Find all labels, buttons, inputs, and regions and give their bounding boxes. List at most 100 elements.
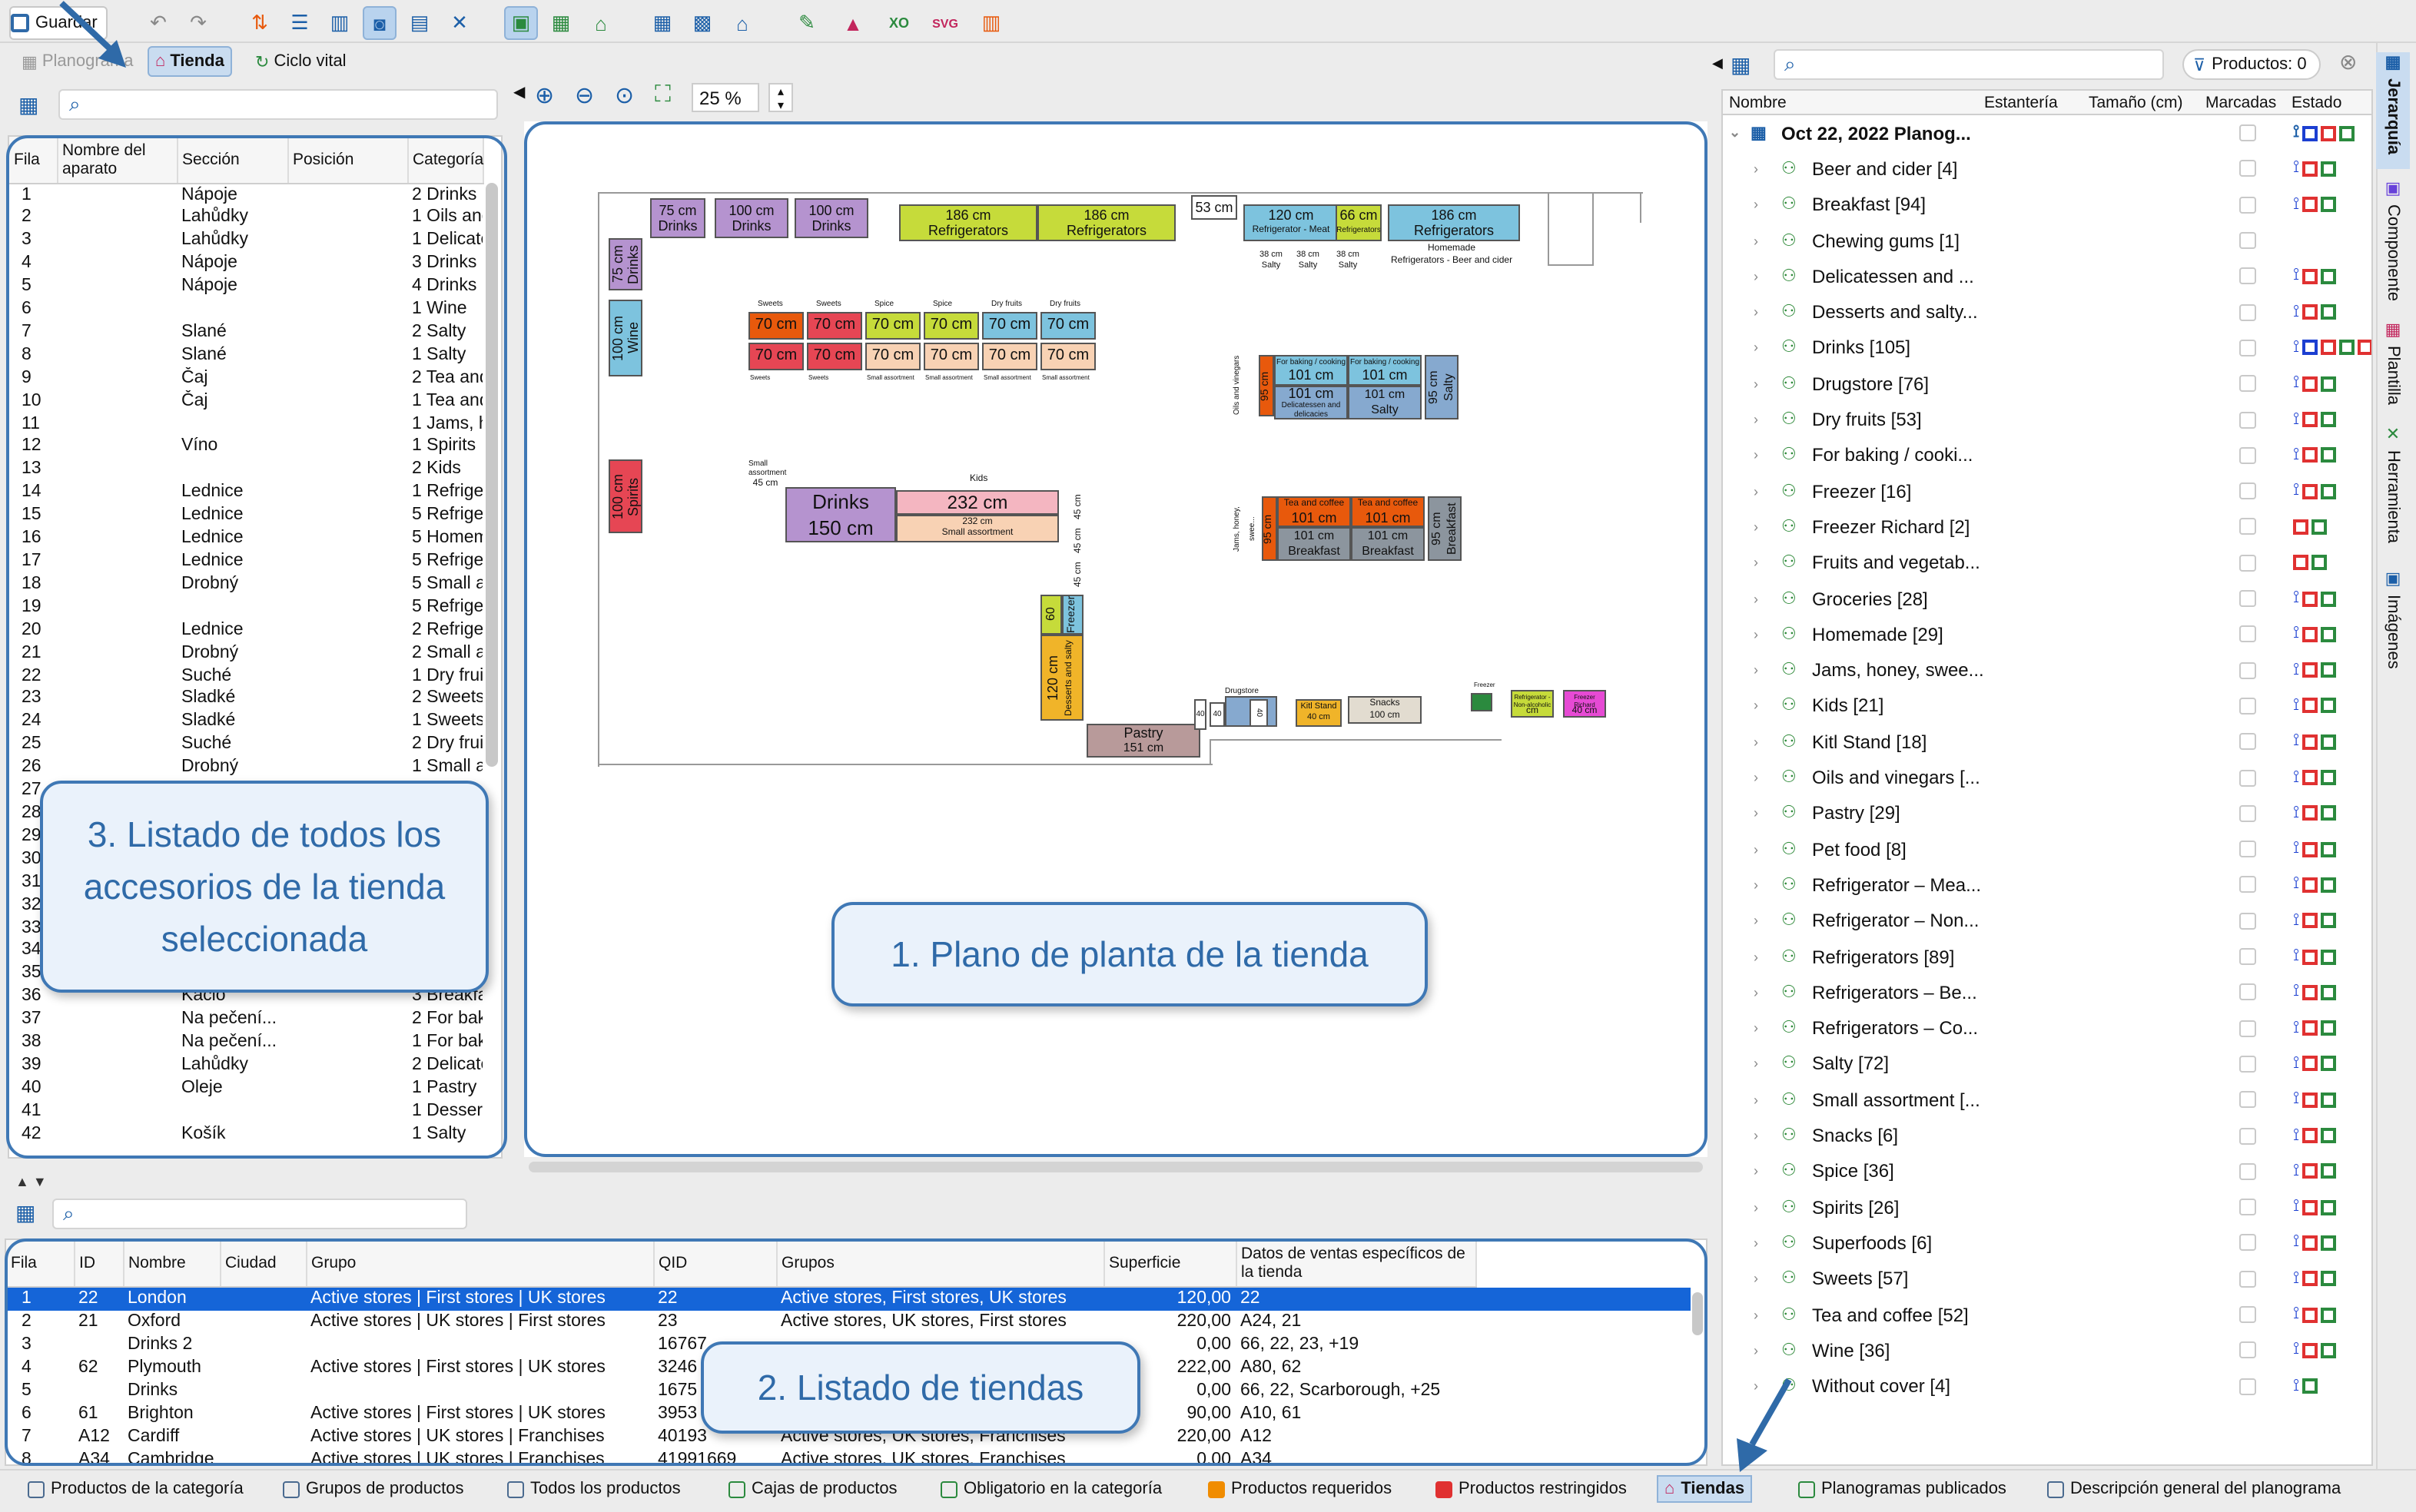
chevron-right-icon[interactable]: › [1754,519,1772,535]
table-row[interactable]: 21Drobný2 Small as [9,642,483,665]
table-row[interactable]: 37Na pečení...2 For baki [9,1008,483,1031]
marked-checkbox[interactable] [2239,196,2256,214]
hierarchy-item[interactable]: › ⚇ Spice [36] ⟟ [1723,1153,2368,1189]
fixture-drugstore-d[interactable]: 40 [1249,699,1268,727]
hierarchy-item[interactable]: › ⚇ Breakfast [94] ⟟ [1723,187,2368,223]
zoom-out-icon[interactable]: ⊖ [575,81,594,109]
fixture-salty-38c[interactable]: 38 cm Salty [1332,244,1363,278]
table-row[interactable]: 195 Refrigera [9,596,483,619]
marked-checkbox[interactable] [2239,625,2256,643]
fixture-shelf[interactable]: Tea and coffee 101 cm [1277,496,1351,527]
fixture-refrigerators-186a[interactable]: 186 cm Refrigerators [899,204,1037,241]
undo-icon[interactable]: ↶ [141,6,175,40]
bottom-tab-restringidos[interactable]: Productos restringidos [1435,1475,1627,1503]
chevron-right-icon[interactable]: › [1754,949,1772,964]
table-row[interactable]: 5 Nápoje 4 Drinks [9,275,483,298]
pin-icon[interactable]: ✎ [790,6,824,40]
fixture-drugstore-a[interactable]: 40 [1194,699,1206,730]
table-row[interactable]: 40 Oleje 1 Pastry [9,1077,483,1100]
gondola-tea-coffee[interactable]: Jams, honey, swee... 95 cm Tea and coffe… [1228,493,1474,567]
hierarchy-item[interactable]: › ⚇ Delicatessen and ... ⟟ [1723,258,2368,294]
table-row[interactable]: 111 Jams, ho [9,413,483,436]
chevron-right-icon[interactable]: › [1754,591,1772,606]
fixture-45a[interactable]: 45 cm [1068,490,1090,524]
collapse-left-icon[interactable]: ◀ [1712,55,1723,72]
chevron-right-icon[interactable]: › [1754,1271,1772,1286]
col-estado[interactable]: Estado [2292,94,2341,112]
table-row[interactable]: 12 Víno 1 Spirits [9,436,483,459]
marked-checkbox[interactable] [2239,804,2256,822]
fixture-shelf[interactable]: 101 cm Salty [1348,386,1422,419]
fixture-45b[interactable]: 45 cm [1068,524,1090,558]
table-row[interactable]: 8 A34 Cambridge Active stores | UK stores |… [6,1448,1475,1464]
col-ciudad[interactable]: Ciudad [220,1240,307,1287]
fixture-salty-38a[interactable]: 38 cm Salty [1256,244,1286,278]
fixture-freezer-small[interactable] [1471,693,1492,711]
marked-checkbox[interactable] [2239,983,2256,1001]
tab-tienda[interactable]: ⌂ Tienda [148,46,232,77]
shelf-view-icon[interactable]: ▦ [544,6,578,40]
hierarchy-item[interactable]: › ⚇ Desserts and salty... ⟟ [1723,294,2368,330]
chevron-right-icon[interactable]: › [1754,985,1772,1000]
home-view-icon[interactable]: ⌂ [584,6,618,40]
chevron-right-icon[interactable]: › [1754,1128,1772,1143]
col-nombre[interactable]: Nombre [123,1240,221,1287]
export-svg-icon[interactable]: SVG [928,6,962,40]
zoom-field[interactable]: 25 % [692,83,759,112]
fixture-shelf[interactable]: For baking / cooking 101 cm [1274,355,1348,386]
hierarchy-item[interactable]: › ⚇ Refrigerators – Co... ⟟ [1723,1010,2368,1046]
chevron-right-icon[interactable]: › [1754,913,1772,928]
marked-checkbox[interactable] [2239,375,2256,393]
marked-checkbox[interactable] [2239,1055,2256,1073]
table-row[interactable]: 2 21 Oxford Active stores | UK stores | Fir… [6,1310,1475,1333]
table-row[interactable]: 13 2 Kids [9,459,483,482]
hierarchy-item[interactable]: › ⚇ Kitl Stand [18] ⟟ [1723,724,2368,760]
fixture-snacks[interactable]: Snacks 100 cm [1348,696,1422,724]
marked-checkbox[interactable] [2239,1020,2256,1037]
marked-checkbox[interactable] [2239,733,2256,751]
stores-search-input[interactable]: ⌕ [52,1199,467,1229]
side-tab-imagenes[interactable]: ▣ Imágenes [2376,569,2410,676]
col-fila[interactable]: Fila [6,1240,75,1287]
table-row[interactable]: 16Lednice5 Homema [9,527,483,550]
fixture-shelf[interactable]: 95 cm Breakfast [1428,496,1462,561]
col-id[interactable]: ID [74,1240,124,1287]
col-categoria[interactable]: Categoría [407,137,483,184]
hierarchy-item[interactable]: › ⚇ Wine [36] ⟟ [1723,1332,2368,1368]
table-row[interactable]: 2Lahůdky1 Oils and [9,207,483,230]
chevron-right-icon[interactable]: › [1754,340,1772,356]
fixture-sweets-bottom[interactable]: 70 cm [807,343,862,370]
marked-checkbox[interactable] [2239,554,2256,572]
fixture-sweets-top[interactable]: 70 cm [807,312,862,340]
marked-checkbox[interactable] [2239,1234,2256,1252]
rows-icon[interactable]: ☰ [283,6,317,40]
table-row[interactable]: 38Na pečení...1 For baki [9,1031,483,1054]
fixture-drinks-100a[interactable]: 100 cm Drinks [715,198,788,238]
chevron-right-icon[interactable]: › [1754,448,1772,463]
col-datos-ventas[interactable]: Datos de ventas específicos de la tienda [1236,1240,1476,1287]
hierarchy-item[interactable]: › ⚇ Pet food [8] ⟟ [1723,831,2368,867]
marked-checkbox[interactable] [2239,841,2256,858]
hierarchy-item[interactable]: › ⚇ Superfoods [6] ⟟ [1723,1225,2368,1262]
table-row[interactable]: 22 Suché 1 Dry fruit [9,665,483,688]
table-row[interactable]: 39Lahůdky2 Delicates [9,1054,483,1077]
fixture-sweets-top[interactable]: 70 cm [865,312,921,340]
fixture-refrigerators-186c[interactable]: 186 cm Refrigerators [1388,204,1520,241]
hierarchy-item[interactable]: › ⚇ Pastry [29] ⟟ [1723,795,2368,831]
marked-checkbox[interactable] [2239,1341,2256,1359]
fixture-shelf[interactable]: Jams, honey, swee... [1228,493,1262,564]
table-row[interactable]: 9 Čaj 2 Tea and [9,367,483,390]
fixture-sweets-bottom[interactable]: 70 cm [982,343,1037,370]
fixture-small-assortment-232[interactable]: 232 cm Small assortment [896,515,1059,542]
chevron-right-icon[interactable]: › [1754,841,1772,857]
hierarchy-root[interactable]: ⌄ ▦ Oct 22, 2022 Planog... ⟟ [1723,115,2368,151]
fixture-shelf[interactable]: 95 cm Salty [1425,355,1459,419]
fixture-drinks-75[interactable]: 75 cm Drinks [650,198,705,238]
marked-checkbox[interactable] [2239,1306,2256,1324]
chevron-right-icon[interactable]: › [1754,734,1772,749]
fixture-drinks-75-vertical[interactable]: 75 cm Drinks [609,238,642,290]
marked-checkbox[interactable] [2239,518,2256,536]
chevron-right-icon[interactable]: › [1754,1092,1772,1107]
fixture-shelf[interactable]: 95 cm [1262,496,1277,561]
fixture-freezer-richard[interactable]: Freezer Richard 40 cm [1563,690,1606,718]
